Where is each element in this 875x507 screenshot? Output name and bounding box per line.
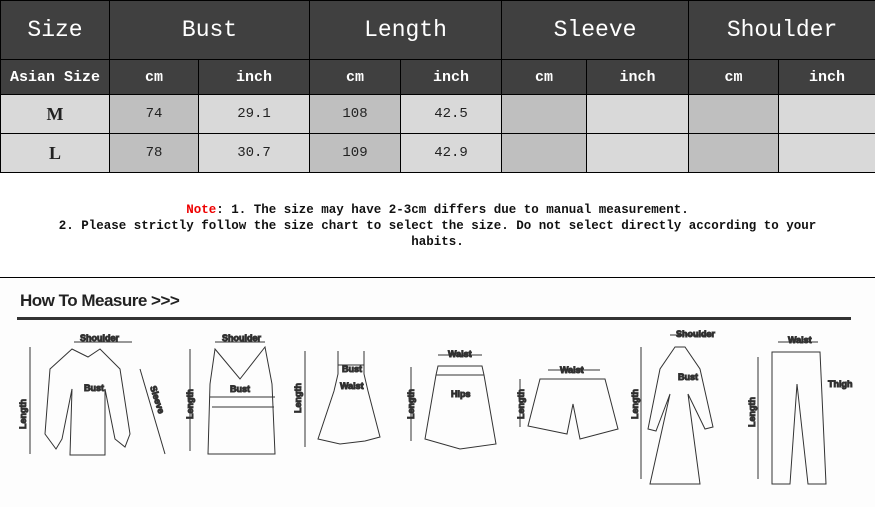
bust-inch-cell: 30.7 (198, 133, 310, 173)
diagram-stroke (424, 365, 497, 450)
subheader-unit: inch (399, 59, 503, 95)
note-line-1: : 1. The size may have 2-3cm differs due… (216, 203, 689, 217)
measure-label: Bust (678, 372, 698, 382)
header-row: Size Bust Length Sleeve Shoulder (0, 0, 875, 60)
header-size: Size (0, 0, 110, 60)
measure-label: Waist (340, 381, 364, 391)
length-inch-cell: 42.5 (399, 94, 503, 134)
note-line-2: 2. Please strictly follow the size chart… (58, 219, 817, 249)
measure-label: Bust (342, 364, 362, 374)
bust-inch-cell: 29.1 (198, 94, 310, 134)
length-cm-cell: 109 (309, 133, 401, 173)
bust-cm-cell: 74 (109, 94, 199, 134)
measure-label: Sleeve (148, 385, 166, 415)
length-cm-cell: 108 (309, 94, 401, 134)
shoulder-inch-cell (778, 133, 875, 173)
blouse-diagram-icon: Shoulder Bust Length Sleeve (18, 333, 167, 456)
sleeve-cm-cell (501, 133, 588, 173)
note-section: Note: 1. The size may have 2-3cm differs… (0, 173, 875, 278)
measure-label: Length (185, 389, 195, 419)
subheader-unit: inch (586, 59, 690, 95)
measure-label: Bust (230, 384, 250, 394)
measure-label: Length (18, 399, 28, 429)
diagram-stroke (44, 348, 131, 456)
subheader-unit: cm (688, 59, 780, 95)
diagram-stroke (771, 351, 827, 485)
measure-label: Thigh (828, 379, 853, 389)
coat-diagram-icon: Shoulder Bust Length (630, 329, 716, 485)
header-bust: Bust (109, 0, 310, 60)
skirt-diagram-icon: Waist Hips Length (406, 349, 497, 450)
measure-label: Shoulder (222, 333, 261, 343)
subheader-unit: inch (198, 59, 310, 95)
bust-cm-cell: 78 (109, 133, 199, 173)
shoulder-cm-cell (688, 133, 780, 173)
diagram-stroke (647, 346, 714, 485)
dress-diagram-icon: Bust Waist Length (293, 351, 381, 447)
sleeve-cm-cell (501, 94, 588, 134)
size-cell: L (0, 133, 110, 173)
shoulder-inch-cell (778, 94, 875, 134)
subheader-unit: cm (109, 59, 199, 95)
size-cell: M (0, 94, 110, 134)
pants-diagram-icon: Waist Thigh Length (747, 335, 853, 485)
measure-label: Length (516, 389, 526, 419)
header-shoulder: Shoulder (688, 0, 875, 60)
shoulder-label: Shoulder (80, 333, 119, 343)
subheader-asian-size: Asian Size (0, 59, 110, 95)
sleeve-inch-cell (586, 133, 690, 173)
diagram-stroke (527, 378, 619, 440)
length-inch-cell: 42.9 (399, 133, 503, 173)
subheader-unit: cm (309, 59, 401, 95)
measure-label: Waist (448, 349, 472, 359)
measure-label: Hips (451, 389, 471, 399)
measure-label: Waist (560, 365, 584, 375)
shorts-diagram-icon: Waist Length (516, 365, 619, 440)
header-length: Length (308, 0, 503, 60)
tank-top-diagram-icon: Shoulder Bust Length (185, 333, 276, 455)
subheader-unit: inch (778, 59, 875, 95)
header-sleeve: Sleeve (501, 0, 690, 60)
sleeve-inch-cell (586, 94, 690, 134)
measure-label: Length (293, 383, 303, 413)
measure-label: Shoulder (676, 329, 715, 339)
subheader-unit: cm (501, 59, 588, 95)
measure-label: Waist (788, 335, 812, 345)
measure-label: Length (747, 397, 757, 427)
measure-label: Length (406, 389, 416, 419)
shoulder-cm-cell (688, 94, 780, 134)
subheader-row: Asian Size cm inch cm inch cm inch cm in… (0, 59, 875, 95)
table-row: M 74 29.1 108 42.5 (0, 94, 875, 134)
table-row: L 78 30.7 109 42.9 (0, 133, 875, 173)
how-to-measure-section: How To Measure >>> Shoulder Bust Length … (0, 279, 875, 507)
diagram-stroke (207, 345, 276, 455)
note-label: Note (186, 203, 217, 217)
measure-label: Length (630, 389, 640, 419)
size-chart-table: Size Bust Length Sleeve Shoulder Asian S… (0, 0, 875, 173)
bust-label: Bust (84, 383, 104, 393)
